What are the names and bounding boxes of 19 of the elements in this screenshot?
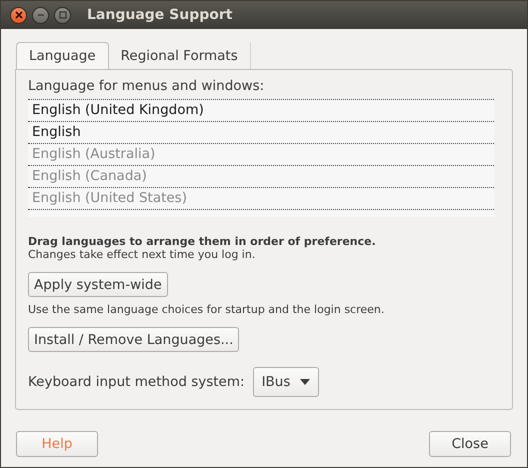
- maximize-button[interactable]: [54, 6, 71, 24]
- apply-button[interactable]: Apply system-wide: [28, 272, 168, 297]
- language-item[interactable]: English (United Kingdom): [28, 100, 494, 122]
- window-title: Language Support: [87, 7, 232, 23]
- changes-note: Changes take effect next time you log in.: [28, 248, 256, 261]
- install-button[interactable]: Install / Remove Languages...: [28, 327, 240, 352]
- caret-icon: [300, 379, 310, 385]
- maximize-icon: [58, 11, 66, 19]
- list-label: Language for menus and windows:: [28, 78, 264, 94]
- drag-hint: Drag languages to arrange them in order of preference.: [28, 235, 376, 248]
- tab[interactable]: Language: [16, 42, 109, 69]
- close-button[interactable]: [10, 6, 27, 24]
- language-item[interactable]: English: [28, 122, 494, 144]
- close-icon: [14, 11, 22, 19]
- close-button[interactable]: Close: [429, 431, 511, 457]
- minimize-button[interactable]: [32, 6, 49, 24]
- input-method-dropdown[interactable]: IBus: [252, 367, 320, 397]
- apply-note: Use the same language choices for startup and the login screen.: [28, 303, 384, 316]
- keyboard-input-label: Keyboard input method system:: [28, 374, 245, 390]
